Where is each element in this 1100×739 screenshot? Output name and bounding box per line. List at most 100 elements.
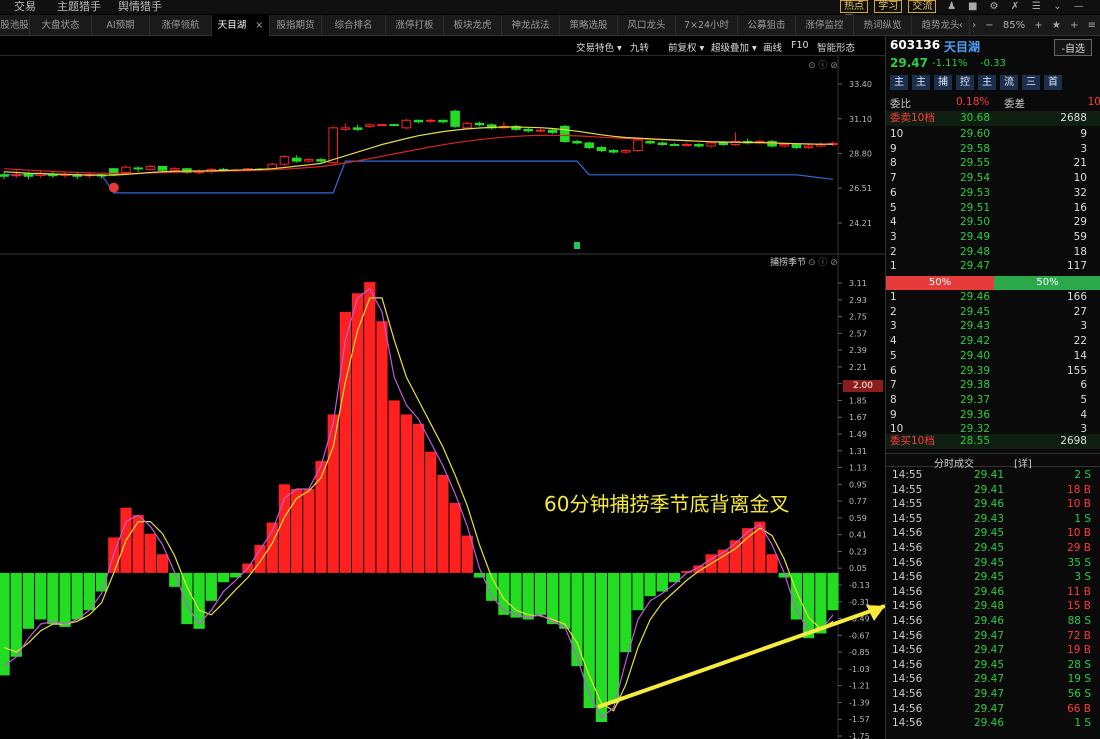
tab-close-icon[interactable]: ×: [255, 20, 263, 31]
candle-body: [413, 119, 424, 123]
ask-volume: 29: [1073, 216, 1087, 229]
settings-icon[interactable]: ⚙: [985, 1, 1003, 13]
diff-value: 10: [1087, 96, 1100, 108]
histogram-bar: [412, 423, 425, 573]
menu-sentiment-hunter[interactable]: 舆情猎手: [118, 0, 162, 13]
trade-volume: 19 S: [1067, 673, 1091, 686]
ask-price: 29.53: [959, 186, 990, 199]
tab-monitor[interactable]: 涨停监控: [796, 15, 854, 36]
tab-pool[interactable]: 股池股: [0, 15, 30, 36]
collapse-icon[interactable]: ⌄: [1049, 1, 1067, 13]
trade-time: 14:56: [892, 629, 923, 642]
lock-icon[interactable]: ■: [964, 1, 982, 13]
tab-market-state[interactable]: 大盘状态: [30, 15, 92, 36]
quick-btn-1[interactable]: 主: [890, 75, 908, 90]
price-tick: 26.51: [849, 184, 872, 193]
indicator-tick: 1.49: [849, 430, 867, 439]
study-button[interactable]: 学习: [874, 0, 903, 13]
tab-hotwords[interactable]: 热词纵览: [854, 15, 912, 36]
bid-volume: 155: [1066, 364, 1087, 377]
tab-strategy[interactable]: 策略选股: [560, 15, 618, 36]
tools-icon[interactable]: ✗: [1006, 1, 1024, 13]
candle-body: [791, 144, 802, 149]
bid-row: 6 29.39 155: [886, 364, 1100, 379]
menu-trade[interactable]: 交易: [14, 0, 36, 13]
histogram-bar: [815, 572, 827, 634]
prev-tab-icon[interactable]: ‹: [959, 20, 963, 31]
bid-level: 5: [890, 349, 897, 362]
quick-btn-5[interactable]: 主: [978, 75, 996, 90]
indicator-tick: -1.75: [849, 732, 870, 739]
quick-btn-7[interactable]: 三: [1022, 75, 1040, 90]
kline-chart[interactable]: 33.40 31.10 28.80 26.51 24.21 3.11 2.93 2.75 2.5…: [0, 36, 885, 739]
quick-btn-6[interactable]: 流: [1000, 75, 1018, 90]
trade-time: 14:56: [892, 542, 923, 554]
histogram-bar: [607, 572, 620, 704]
tab-sector[interactable]: 板块龙虎: [444, 15, 502, 36]
trade-row: 14:56 29.47 56 S: [886, 687, 1100, 702]
add-icon[interactable]: +: [1070, 20, 1078, 31]
ask-level: 10: [890, 128, 904, 140]
star-icon[interactable]: ★: [1052, 20, 1061, 31]
annotation-arrow-line: [597, 604, 885, 709]
exchange-button[interactable]: 交流: [908, 0, 937, 13]
hot-button[interactable]: 热点: [840, 0, 868, 13]
tab-rank[interactable]: 综合排名: [322, 15, 386, 36]
indicator-tick: 0.59: [849, 514, 867, 523]
quick-btn-2[interactable]: 主: [912, 75, 930, 90]
buy10-label: 委买10档: [890, 435, 935, 447]
candle-body: [340, 127, 351, 130]
tab-tuyere[interactable]: 风口龙头: [618, 15, 676, 36]
next-tab-icon[interactable]: ›: [972, 20, 976, 31]
trade-time: 14:56: [892, 702, 923, 715]
tab-limitup-board[interactable]: 涨停打板: [386, 15, 444, 36]
tab-futures[interactable]: 股指期货: [270, 15, 322, 36]
ask-volume: 16: [1073, 201, 1087, 214]
quick-btn-4[interactable]: 控: [956, 75, 974, 90]
menu-icon[interactable]: ☰: [1027, 1, 1045, 13]
quick-btn-8[interactable]: 首: [1044, 75, 1062, 90]
candle-body: [377, 124, 387, 127]
user-icon[interactable]: ♟: [943, 1, 961, 13]
tab-stock[interactable]: 天目湖 ×: [212, 15, 270, 36]
bid-ask-split: 50% 50%: [886, 276, 1100, 290]
candle-body: [608, 150, 619, 153]
quote-panel: 603136 天目湖 -自选 29.47 -1.11% -0.33 主主捕控主流…: [885, 36, 1100, 739]
indicator-tick: 0.41: [849, 531, 867, 540]
tab-limitup-lead[interactable]: 涨停领航: [150, 15, 212, 36]
candle-body: [304, 159, 314, 162]
quick-btn-3[interactable]: 捕: [934, 75, 952, 90]
self-select-button[interactable]: -自选: [1054, 39, 1092, 56]
sell10-vol: 2688: [1060, 112, 1087, 124]
tab-fund[interactable]: 公募狙击: [738, 15, 796, 36]
histogram-bar: [583, 572, 595, 709]
buy10-summary: 委买10档 28.55 2698: [886, 434, 1100, 449]
zoom-out-icon[interactable]: −: [985, 20, 993, 31]
histogram-bar: [827, 572, 839, 611]
tab-724[interactable]: 7×24小时: [676, 15, 738, 36]
trade-price: 29.47: [973, 702, 1004, 715]
trade-row: 14:55 29.41 18 B: [886, 483, 1100, 498]
ask-level: 2: [890, 245, 897, 258]
histogram-bar: [10, 572, 22, 657]
histogram-bar: [181, 572, 193, 625]
change-abs: -0.33: [980, 58, 1006, 69]
zoom-in-icon[interactable]: +: [1034, 20, 1042, 31]
tab-ai[interactable]: AI预期: [92, 15, 150, 36]
candle-body: [365, 124, 375, 127]
candle-body: [462, 122, 473, 129]
trade-time: 14:56: [892, 600, 923, 613]
top-right-tools: 热点 学习 交流 ♟ ■ ⚙ ✗ ☰ ⌄ — □ ✕: [840, 0, 1100, 24]
trade-time: 14:56: [892, 585, 923, 598]
histogram-bar: [644, 572, 656, 597]
menu-theme-hunter[interactable]: 主题猎手: [57, 0, 101, 13]
tab-menu-icon[interactable]: ≡: [1088, 20, 1096, 31]
price-tick: 24.21: [849, 219, 872, 228]
trade-price: 29.45: [973, 542, 1004, 554]
minimize-icon[interactable]: —: [1070, 1, 1088, 13]
trade-row: 14:56 29.45 10 B: [886, 526, 1100, 541]
histogram-bar: [437, 475, 449, 573]
indicator-tick: 2.57: [849, 329, 867, 338]
indicator-tick: -0.67: [849, 631, 870, 640]
tab-dragon[interactable]: 神龙战法: [502, 15, 560, 36]
